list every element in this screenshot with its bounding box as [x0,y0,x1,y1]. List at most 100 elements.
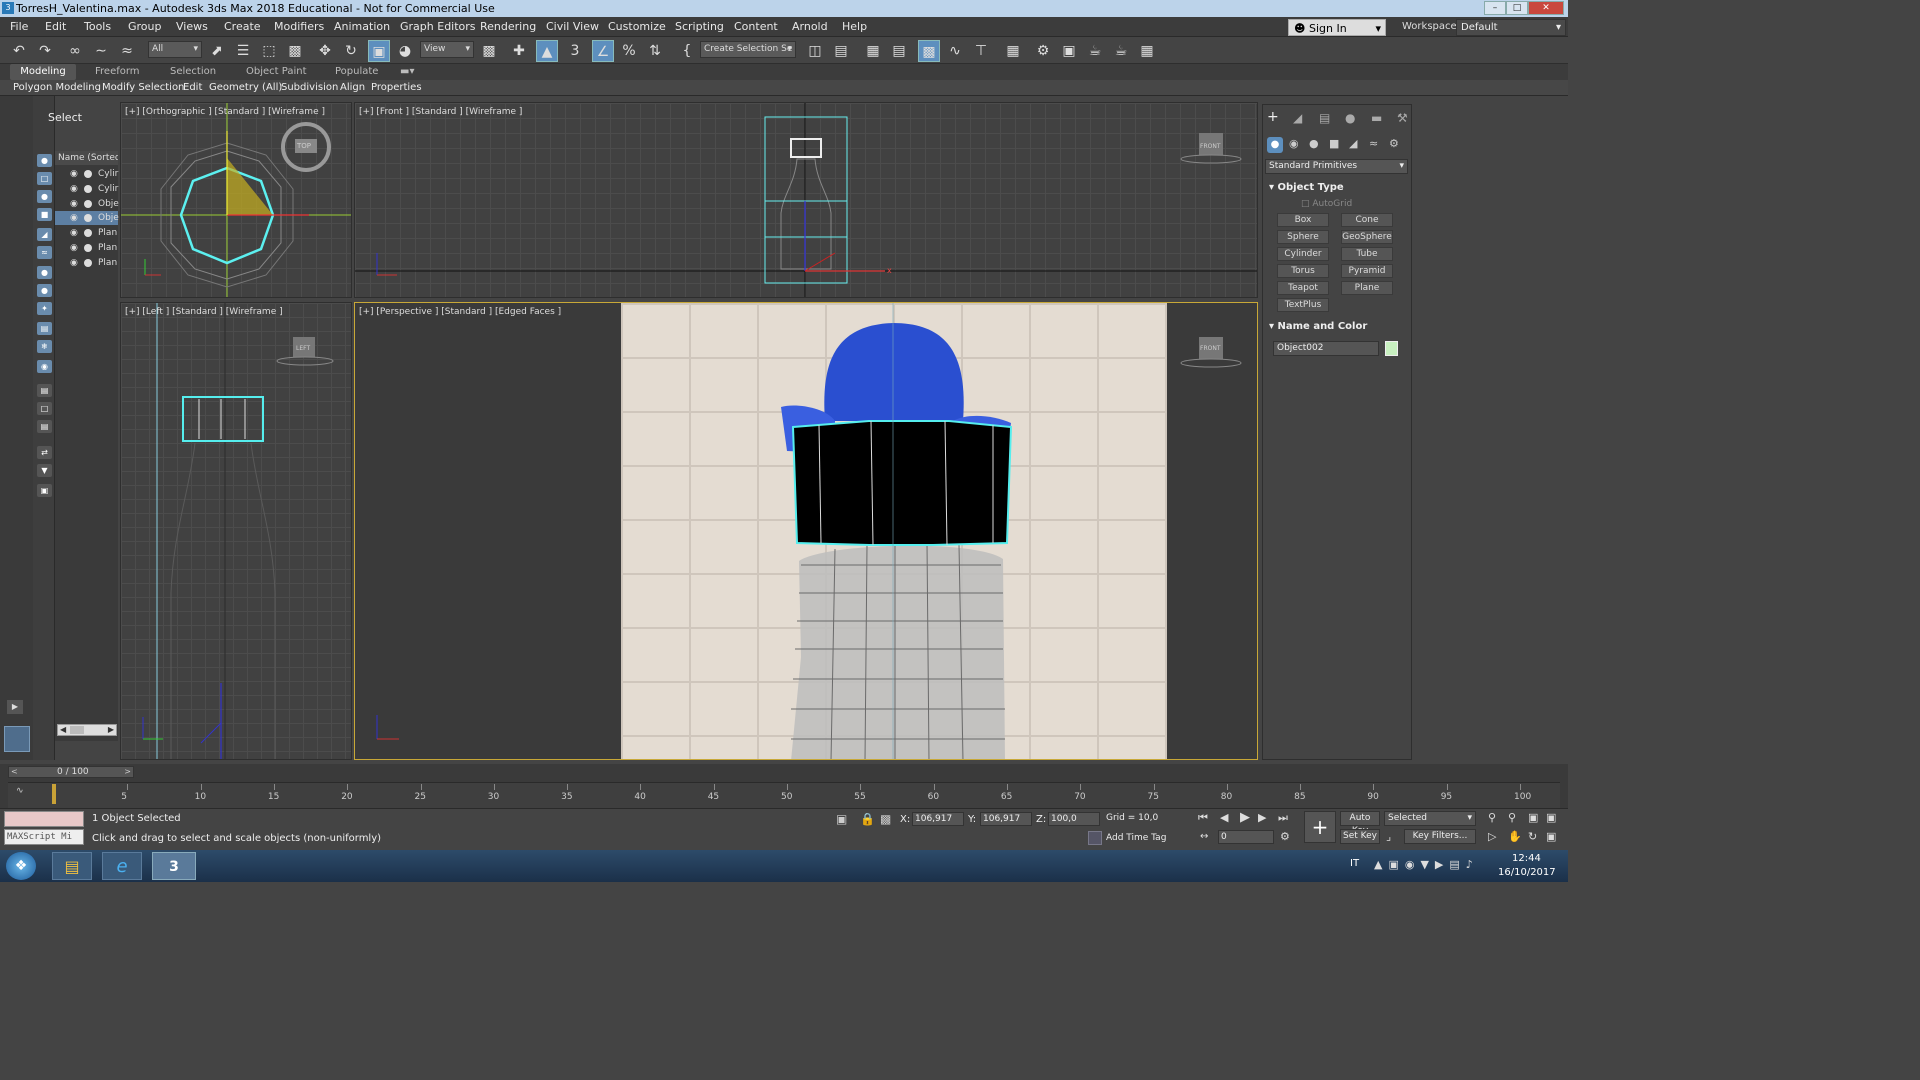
viewport-left[interactable]: [+] [Left ] [Standard ] [Wireframe ] LEF… [120,302,352,760]
select-manipulate-icon[interactable]: ✚ [508,40,530,62]
eye-icon[interactable]: ◉ [70,256,78,270]
key-mode-icon[interactable]: ⚙ [1280,830,1290,843]
display-spacewarps-icon[interactable]: ≈ [37,246,52,259]
close-button[interactable]: ✕ [1528,1,1564,15]
viewcube-label[interactable]: TOP [297,142,311,150]
keyboard-shortcut-override-icon[interactable]: ▲ [536,40,558,62]
object-color-swatch[interactable] [1385,341,1398,356]
y-field[interactable]: 106,917 [980,812,1032,826]
scene-item[interactable]: ◉ Plan [55,241,118,255]
freeze-icon[interactable] [84,229,92,237]
menu-edit[interactable]: Edit [45,20,66,33]
menu-help[interactable]: Help [842,20,867,33]
key-mode-dropdown[interactable]: Selected ▾ [1384,811,1476,826]
display-helpers-icon[interactable]: ◢ [37,228,52,241]
menu-scripting[interactable]: Scripting [675,20,724,33]
freeze-icon[interactable] [84,200,92,208]
curve-editor-icon[interactable]: ∿ [944,40,966,62]
eye-icon[interactable]: ◉ [70,226,78,240]
align-icon[interactable]: ▤ [830,40,852,62]
material-editor-icon[interactable]: ▦ [1002,40,1024,62]
utilities-tab-icon[interactable]: ⚒ [1397,111,1408,125]
menu-create[interactable]: Create [224,20,261,33]
display-tab-icon[interactable]: ▬ [1371,111,1382,125]
clock-date[interactable]: 16/10/2017 [1498,867,1556,878]
mini-curve-editor-icon[interactable]: ∿ [16,786,24,796]
autogrid-checkbox[interactable]: □ AutoGrid [1301,199,1352,209]
select-object-icon[interactable]: ⬈ [206,40,228,62]
window-crossing-icon[interactable]: ▩ [284,40,306,62]
time-marker[interactable] [52,784,56,804]
shapes-category-icon[interactable]: ◉ [1289,137,1299,150]
display-bones-icon[interactable]: ✦ [37,302,52,315]
go-to-start-icon[interactable]: ⏮ [1198,811,1208,825]
expand-arrow-icon[interactable]: ▶ [7,700,23,714]
menu-graph-editors[interactable]: Graph Editors [400,20,476,33]
display-groups-icon[interactable]: ● [37,266,52,279]
file-explorer-icon[interactable]: ▤ [52,852,92,880]
spacewarps-category-icon[interactable]: ≈ [1369,137,1378,150]
set-key-big-icon[interactable]: + [1304,811,1336,843]
eye-icon[interactable]: ◉ [70,182,78,196]
edit-named-selection-icon[interactable]: { [676,40,698,62]
tab-populate[interactable]: Populate [335,66,378,77]
scene-explorer-toggle-icon[interactable]: ▦ [862,40,884,62]
scene-item[interactable]: ◉ Cylir [55,167,118,181]
menu-content[interactable]: Content [734,20,778,33]
hierarchy-tab-icon[interactable]: ▤ [1319,111,1330,125]
render-production-icon[interactable]: ☕ [1084,40,1106,62]
named-selection-dropdown[interactable]: Create Selection Se ▾ [700,41,796,58]
time-config-icon[interactable]: ↔ [1200,831,1208,842]
time-slider-right-icon[interactable]: > [124,767,131,776]
maxscript-mini-listener[interactable]: MAXScript Mi [4,829,84,845]
create-tab-icon[interactable]: + [1267,109,1279,125]
isolate-selection-icon[interactable]: ▣ [836,812,847,826]
absolute-mode-icon[interactable]: ▩ [880,812,891,826]
display-cameras-icon[interactable]: ■ [37,208,52,221]
redo-icon[interactable]: ↷ [34,40,56,62]
motion-tab-icon[interactable]: ● [1345,111,1355,125]
eye-icon[interactable]: ◉ [70,211,78,225]
angle-snap-icon[interactable]: ∠ [592,40,614,62]
rotate-icon[interactable]: ↻ [340,40,362,62]
scale-icon[interactable]: ▣ [368,40,390,62]
panel-edit[interactable]: Edit [183,82,202,93]
viewcube-label[interactable]: FRONT [1200,345,1221,352]
tab-freeform[interactable]: Freeform [95,66,140,77]
panel-align[interactable]: Align [340,82,365,93]
menu-tools[interactable]: Tools [84,20,111,33]
reference-coord-dropdown[interactable]: View ▾ [420,41,474,58]
eye-icon[interactable]: ◉ [70,167,78,181]
display-xrefs-icon[interactable]: ● [37,284,52,297]
torus-button[interactable]: Torus [1277,264,1329,278]
primitive-type-dropdown[interactable]: Standard Primitives ▾ [1265,159,1408,174]
sync-selection-icon[interactable]: ⇄ [37,446,52,459]
menu-arnold[interactable]: Arnold [792,20,828,33]
language-indicator[interactable]: IT [1350,858,1359,869]
set-key-button[interactable]: Set Key [1340,829,1380,844]
auto-key-button[interactable]: Auto Key [1340,811,1380,836]
viewcube-label[interactable]: FRONT [1200,143,1221,150]
display-geometry-icon[interactable]: ● [37,154,52,167]
zoom-extents-all-icon[interactable]: ▣ [1546,811,1556,824]
menu-modifiers[interactable]: Modifiers [274,20,324,33]
maximize-viewport-icon[interactable]: ▣ [1546,830,1556,843]
plane-button[interactable]: Plane [1341,281,1393,295]
time-slider[interactable]: < 0 / 100 > [8,766,134,778]
menu-animation[interactable]: Animation [334,20,390,33]
time-tag-icon[interactable] [1088,831,1102,845]
tray-icons[interactable]: ▲▣◉▼▶▤♪ [1374,858,1479,871]
schematic-view-icon[interactable]: ⊤ [970,40,992,62]
ribbon-toggle-icon[interactable]: ▩ [918,40,940,62]
layer-explorer-icon[interactable]: ▤ [888,40,910,62]
eye-icon[interactable]: ◉ [70,197,78,211]
z-field[interactable]: 100,0 [1048,812,1100,826]
previous-frame-icon[interactable]: ◀ [1220,811,1228,824]
lights-category-icon[interactable]: ● [1309,137,1319,150]
menu-civil-view[interactable]: Civil View [546,20,599,33]
unlink-icon[interactable]: ∼ [90,40,112,62]
rect-selection-icon[interactable]: ⬚ [258,40,280,62]
scene-item-selected[interactable]: ◉ Obje [55,211,119,225]
filter-icon[interactable]: ▼ [37,464,52,477]
display-invert-icon[interactable]: ▤ [37,420,52,433]
